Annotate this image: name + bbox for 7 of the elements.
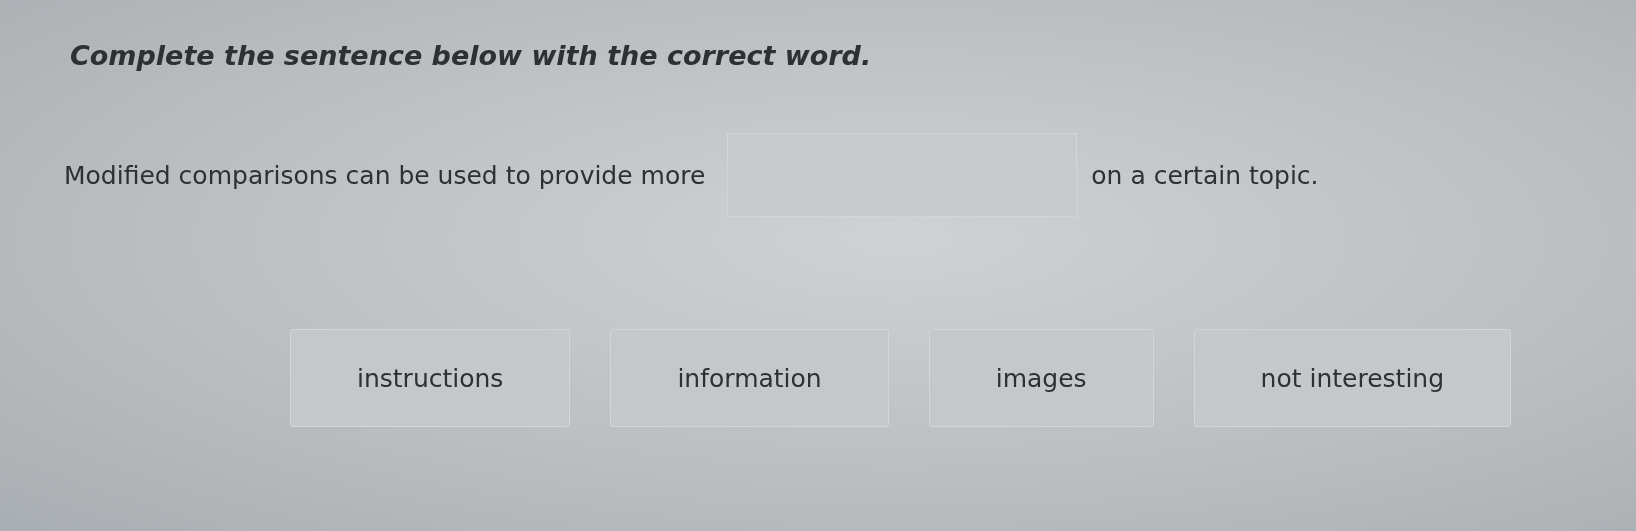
answer-option[interactable]: images	[928, 329, 1154, 427]
sentence-text: Modified comparisons can be used to provide more	[64, 160, 706, 190]
answer-option[interactable]: instructions	[290, 329, 571, 427]
answer-option[interactable]: not interesting	[1193, 329, 1512, 427]
answer-option[interactable]: information	[610, 329, 889, 427]
sentence-text: on a certain topic.	[1091, 160, 1319, 190]
instruction-text: Complete the sentence below with the correct word.	[70, 40, 873, 71]
